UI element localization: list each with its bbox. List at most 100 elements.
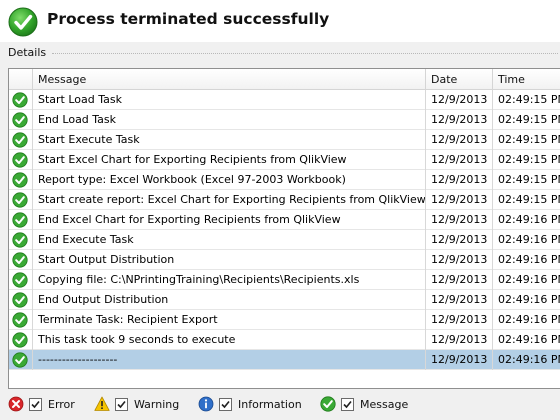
column-header-date[interactable]: Date: [426, 69, 493, 90]
message-cell: Start Execute Task: [33, 130, 426, 150]
time-cell: 02:49:16 PM: [493, 270, 560, 290]
date-cell: 12/9/2013: [426, 230, 493, 250]
column-header-time[interactable]: Time: [493, 69, 560, 90]
information-filter-label: Information: [238, 397, 302, 411]
table-row[interactable]: Start Load Task12/9/201302:49:15 PM: [9, 90, 560, 110]
row-status-cell: [9, 90, 33, 110]
message-check-icon: [12, 132, 28, 148]
header-bar: Process terminated successfully: [0, 0, 560, 42]
row-status-cell: [9, 230, 33, 250]
row-status-cell: [9, 190, 33, 210]
message-cell: End Excel Chart for Exporting Recipients…: [33, 210, 426, 230]
time-cell: 02:49:16 PM: [493, 330, 560, 350]
grid-rows: Start Load Task12/9/201302:49:15 PMEnd L…: [9, 90, 560, 370]
table-row[interactable]: Report type: Excel Workbook (Excel 97-20…: [9, 170, 560, 190]
time-cell: 02:49:16 PM: [493, 230, 560, 250]
message-check-icon: [12, 92, 28, 108]
date-cell: 12/9/2013: [426, 190, 493, 210]
message-cell: Report type: Excel Workbook (Excel 97-20…: [33, 170, 426, 190]
row-status-cell: [9, 110, 33, 130]
message-cell: Start Load Task: [33, 90, 426, 110]
date-cell: 12/9/2013: [426, 270, 493, 290]
table-row[interactable]: End Execute Task12/9/201302:49:16 PM: [9, 230, 560, 250]
message-check-icon: [12, 252, 28, 268]
time-cell: 02:49:16 PM: [493, 310, 560, 330]
date-cell: 12/9/2013: [426, 170, 493, 190]
filter-error[interactable]: Error: [8, 395, 75, 413]
table-row[interactable]: End Load Task12/9/201302:49:15 PM: [9, 110, 560, 130]
filter-message[interactable]: Message: [320, 395, 408, 413]
message-cell: Copying file: C:\NPrintingTraining\Recip…: [33, 270, 426, 290]
message-filter-label: Message: [360, 397, 409, 411]
time-cell: 02:49:15 PM: [493, 90, 560, 110]
error-filter-label: Error: [48, 397, 75, 411]
row-status-cell: [9, 350, 33, 370]
row-status-cell: [9, 250, 33, 270]
date-cell: 12/9/2013: [426, 310, 493, 330]
message-cell: Start Output Distribution: [33, 250, 426, 270]
message-check-icon: [12, 112, 28, 128]
message-cell: This task took 9 seconds to execute: [33, 330, 426, 350]
date-cell: 12/9/2013: [426, 210, 493, 230]
row-status-cell: [9, 130, 33, 150]
message-cell: Terminate Task: Recipient Export: [33, 310, 426, 330]
warning-icon: [94, 396, 110, 411]
time-cell: 02:49:16 PM: [493, 210, 560, 230]
time-cell: 02:49:16 PM: [493, 290, 560, 310]
message-check-icon: [12, 272, 28, 288]
date-cell: 12/9/2013: [426, 150, 493, 170]
table-row[interactable]: End Excel Chart for Exporting Recipients…: [9, 210, 560, 230]
date-cell: 12/9/2013: [426, 90, 493, 110]
message-check-icon: [12, 212, 28, 228]
details-separator: [52, 53, 558, 54]
error-checkbox[interactable]: [29, 397, 42, 411]
page-title: Process terminated successfully: [47, 10, 330, 28]
details-label: Details: [8, 46, 47, 59]
table-row[interactable]: Start Excel Chart for Exporting Recipien…: [9, 150, 560, 170]
success-check-icon: [8, 7, 38, 37]
message-cell: End Load Task: [33, 110, 426, 130]
information-icon: [198, 396, 214, 412]
message-check-icon: [12, 352, 28, 368]
filter-warning[interactable]: Warning: [94, 395, 179, 413]
row-status-cell: [9, 310, 33, 330]
header-icon-column[interactable]: [9, 69, 33, 90]
message-check-icon: [320, 396, 336, 412]
table-row[interactable]: Start create report: Excel Chart for Exp…: [9, 190, 560, 210]
time-cell: 02:49:15 PM: [493, 190, 560, 210]
time-cell: 02:49:16 PM: [493, 250, 560, 270]
row-status-cell: [9, 290, 33, 310]
grid-header: Message Date Time: [9, 69, 560, 90]
table-row[interactable]: Terminate Task: Recipient Export 12/9/201…: [9, 310, 560, 330]
warning-checkbox[interactable]: [115, 397, 128, 411]
time-cell: 02:49:15 PM: [493, 170, 560, 190]
table-row[interactable]: --------------------12/9/201302:49:16 PM: [9, 350, 560, 370]
row-status-cell: [9, 170, 33, 190]
message-checkbox[interactable]: [341, 397, 354, 411]
time-cell: 02:49:15 PM: [493, 150, 560, 170]
table-row[interactable]: Start Output Distribution 12/9/2013 02:49:…: [9, 250, 560, 270]
row-status-cell: [9, 150, 33, 170]
message-check-icon: [12, 292, 28, 308]
date-cell: 12/9/2013: [426, 110, 493, 130]
message-cell: Start create report: Excel Chart for Exp…: [33, 190, 426, 210]
information-checkbox[interactable]: [219, 397, 232, 411]
table-row[interactable]: This task took 9 seconds to execute 12/9/…: [9, 330, 560, 350]
date-cell: 12/9/2013: [426, 330, 493, 350]
time-cell: 02:49:16 PM: [493, 350, 560, 370]
message-cell: Start Excel Chart for Exporting Recipien…: [33, 150, 426, 170]
date-cell: 12/9/2013: [426, 350, 493, 370]
column-header-message[interactable]: Message: [33, 69, 426, 90]
table-row[interactable]: End Output Distribution 12/9/2013 02:49:16…: [9, 290, 560, 310]
message-cell: End Output Distribution: [33, 290, 426, 310]
filter-information[interactable]: Information: [198, 395, 302, 413]
log-grid[interactable]: Message Date Time Start Load Task 12/9/20…: [8, 68, 560, 389]
date-cell: 12/9/2013: [426, 250, 493, 270]
row-status-cell: [9, 330, 33, 350]
message-check-icon: [12, 232, 28, 248]
table-row[interactable]: Start Execute Task12/9/201302:49:15 PM: [9, 130, 560, 150]
table-row[interactable]: Copying file: C:\NPrintingTraining\Recip…: [9, 270, 560, 290]
row-status-cell: [9, 270, 33, 290]
message-check-icon: [12, 152, 28, 168]
time-cell: 02:49:15 PM: [493, 130, 560, 150]
